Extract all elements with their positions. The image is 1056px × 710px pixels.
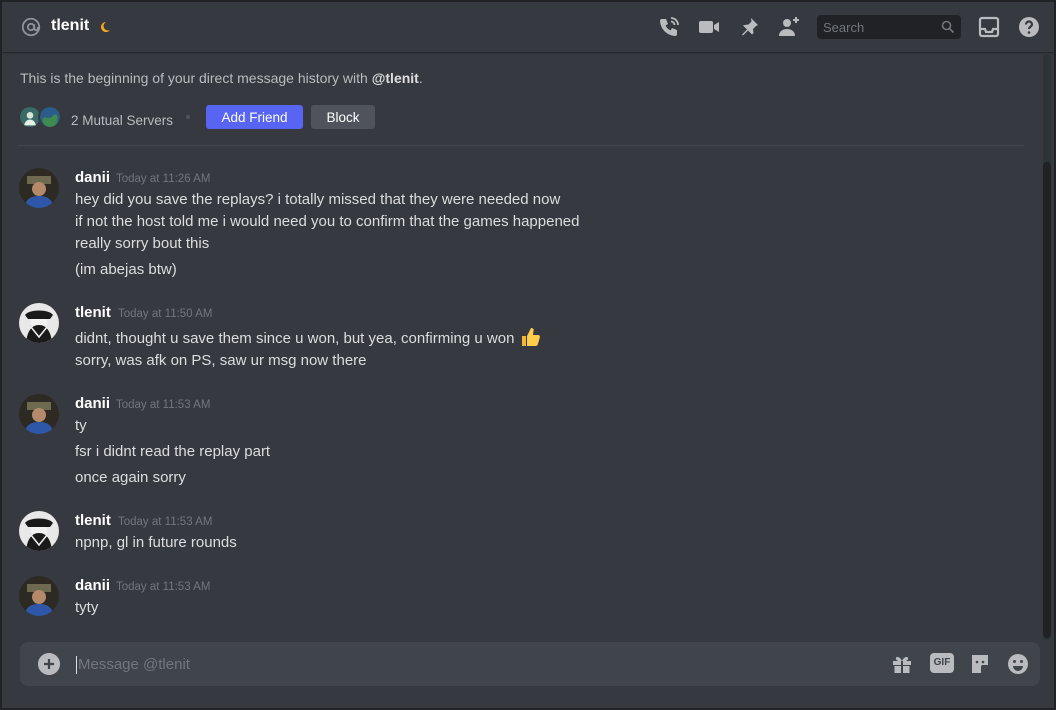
message-timestamp: Today at 11:50 AM xyxy=(118,308,213,320)
scrollbar-thumb[interactable] xyxy=(1043,162,1051,638)
separator-dot xyxy=(186,115,190,119)
emoji-icon[interactable] xyxy=(1006,652,1030,676)
message-line: fsr i didnt read the replay part xyxy=(75,443,271,460)
message-line: didnt, thought u save them since u won, … xyxy=(75,326,541,348)
avatar[interactable] xyxy=(19,394,59,434)
add-friend-icon[interactable] xyxy=(777,15,801,39)
voice-call-icon[interactable] xyxy=(657,15,681,39)
message-timestamp: Today at 11:53 AM xyxy=(116,399,211,411)
message-author[interactable]: danii xyxy=(75,577,110,594)
at-icon xyxy=(21,17,41,37)
server-avatar xyxy=(38,105,62,129)
message-author[interactable]: danii xyxy=(75,395,110,412)
avatar[interactable] xyxy=(19,511,59,551)
mutual-servers-label: 2 Mutual Servers xyxy=(71,113,174,128)
thumbs-up-emoji-icon xyxy=(521,328,540,346)
message-author[interactable]: danii xyxy=(75,169,110,186)
gif-label: GIF xyxy=(933,657,951,668)
message-line: sorry, was afk on PS, saw ur msg now the… xyxy=(75,352,367,369)
dm-window: tlenit Search This is the beginning of y… xyxy=(2,2,1054,708)
pin-icon[interactable] xyxy=(737,15,761,39)
block-button[interactable]: Block xyxy=(311,105,375,129)
message-line: if not the host told me i would need you… xyxy=(75,213,580,230)
help-icon[interactable] xyxy=(1017,15,1041,39)
avatar[interactable] xyxy=(19,303,59,343)
inbox-icon[interactable] xyxy=(977,15,1001,39)
avatar[interactable] xyxy=(19,576,59,616)
channel-header: tlenit Search xyxy=(2,2,1054,52)
video-call-icon[interactable] xyxy=(697,15,721,39)
message-timestamp: Today at 11:26 AM xyxy=(116,173,211,185)
text-caret xyxy=(76,656,77,674)
message-line: hey did you save the replays? i totally … xyxy=(75,191,561,208)
search-icon xyxy=(941,20,955,34)
message-timestamp: Today at 11:53 AM xyxy=(116,581,211,593)
intro-suffix: . xyxy=(418,70,423,86)
message-text: didnt, thought u save them since u won, … xyxy=(75,330,515,347)
channel-title: tlenit xyxy=(51,17,90,34)
message-author[interactable]: tlenit xyxy=(75,304,111,321)
message-timestamp: Today at 11:53 AM xyxy=(118,516,213,528)
intro-handle: @tlenit xyxy=(371,70,419,86)
search-box[interactable]: Search xyxy=(817,15,961,39)
message-line: tyty xyxy=(75,599,99,616)
add-friend-button[interactable]: Add Friend xyxy=(206,105,303,129)
message-input[interactable]: Message @tlenit xyxy=(78,656,190,673)
message-author[interactable]: tlenit xyxy=(75,512,111,529)
intro-divider xyxy=(18,145,1024,146)
avatar[interactable] xyxy=(19,168,59,208)
gift-icon[interactable] xyxy=(890,652,914,676)
message-line: npnp, gl in future rounds xyxy=(75,534,237,551)
search-placeholder: Search xyxy=(823,20,865,35)
sticker-icon[interactable] xyxy=(968,652,992,676)
message-line: once again sorry xyxy=(75,469,186,486)
message-line: (im abejas btw) xyxy=(75,261,177,278)
intro-prefix: This is the beginning of your direct mes… xyxy=(20,70,372,86)
message-line: ty xyxy=(75,417,87,434)
gif-icon[interactable]: GIF xyxy=(930,653,954,673)
message-composer[interactable]: Message @tlenit GIF xyxy=(20,642,1040,686)
dm-intro-text: This is the beginning of your direct mes… xyxy=(20,70,423,86)
moon-status-icon xyxy=(101,22,110,32)
message-line: really sorry bout this xyxy=(75,235,210,252)
attach-plus-icon[interactable] xyxy=(38,653,60,675)
